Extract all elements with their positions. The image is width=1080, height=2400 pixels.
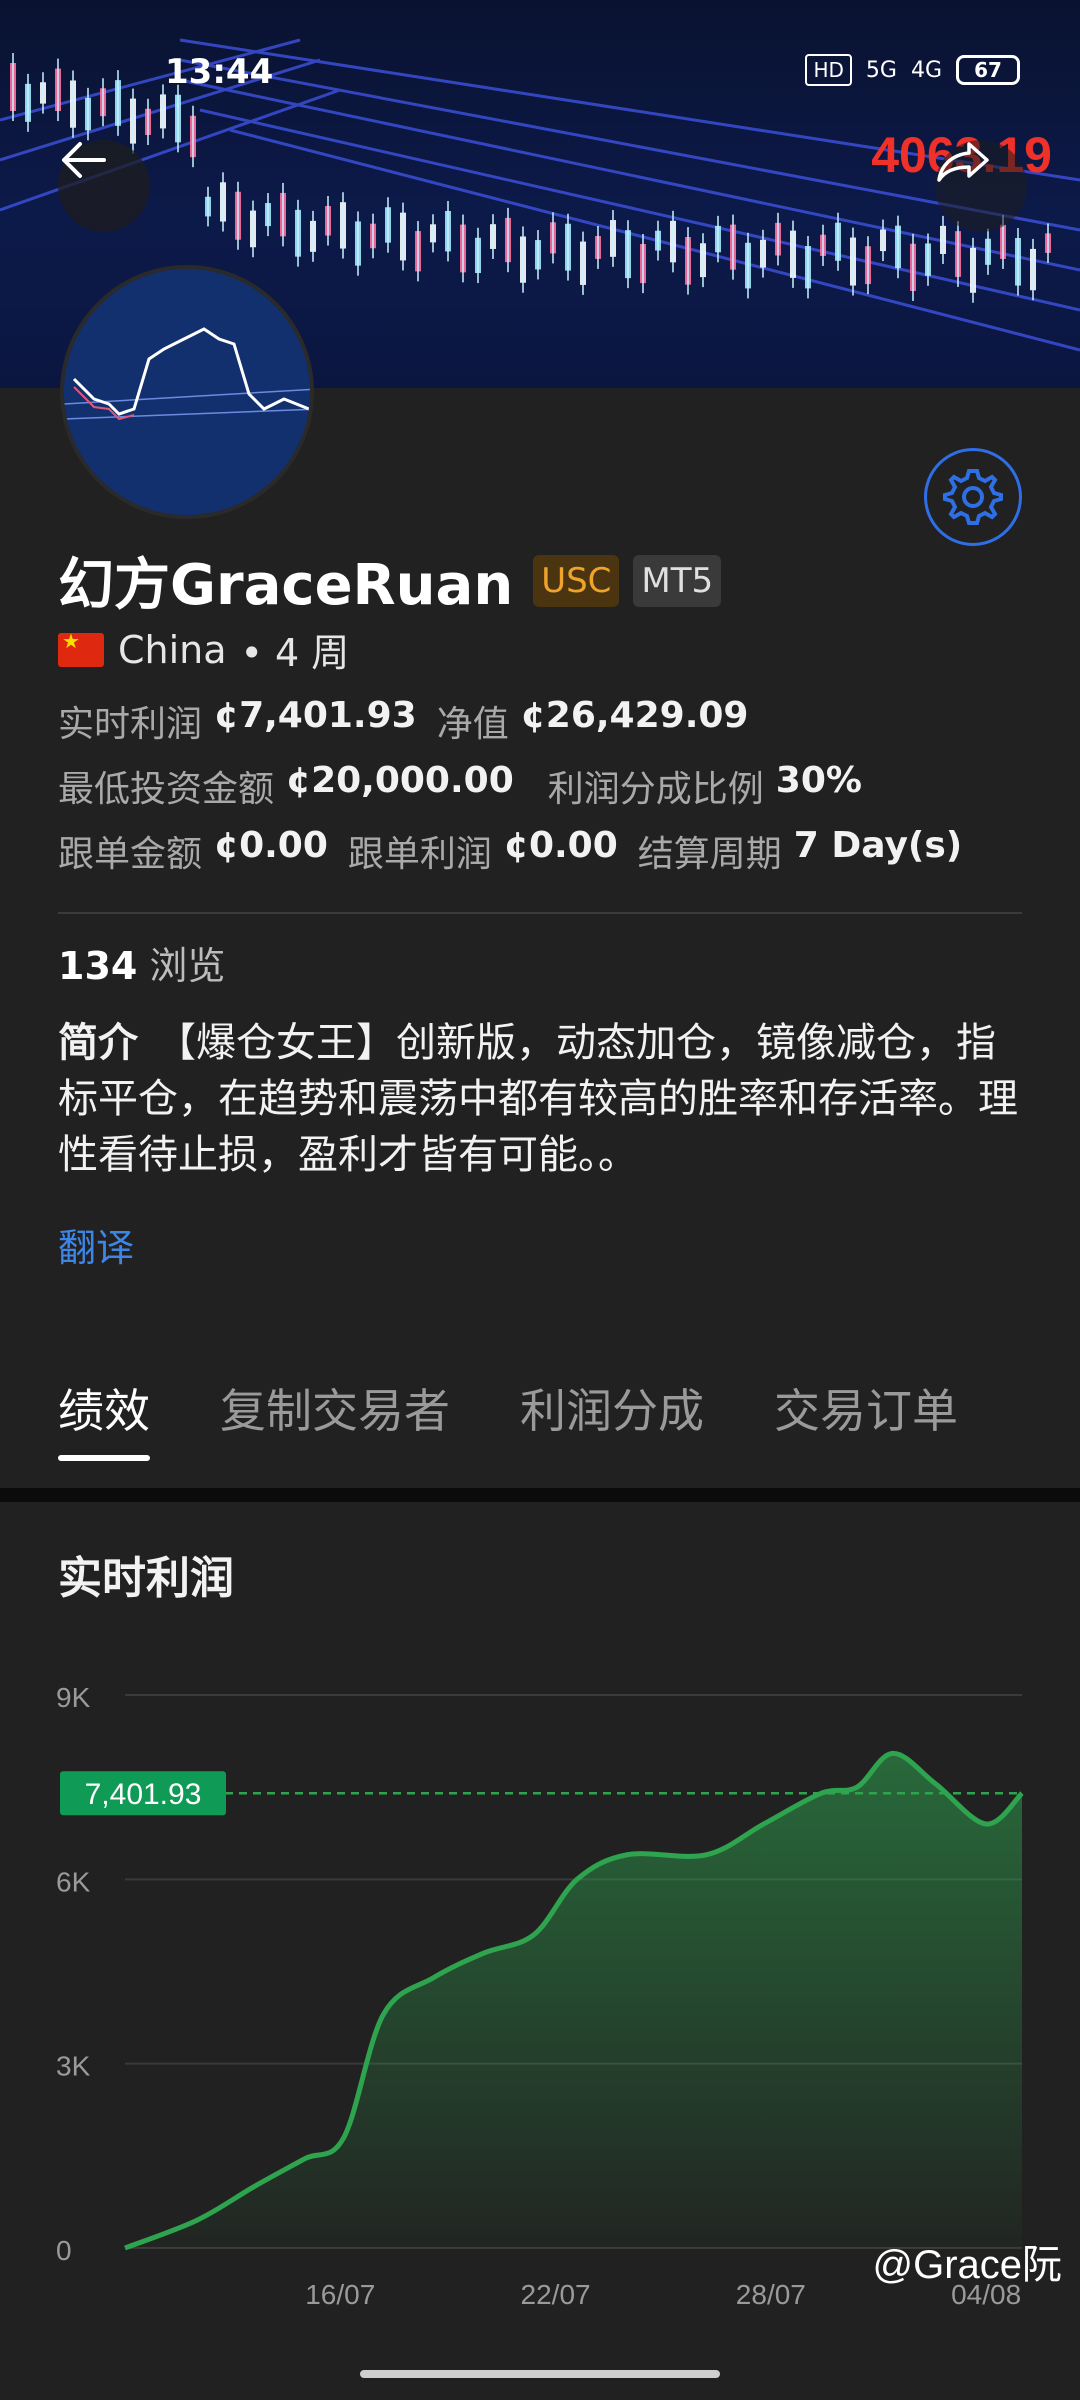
equity-value: ¢26,429.09: [520, 695, 749, 736]
share-icon: [937, 142, 989, 182]
watermark: @Grace阮: [872, 2243, 1062, 2287]
share-ratio-label: 利润分成比例: [547, 769, 764, 810]
intro-text: 简介 【爆仓女王】创新版，动态加仓，镜像减仓，指标平仓，在趋势和震荡中都有较高的胜…: [58, 1015, 1028, 1183]
settle-period-label: 结算周期: [637, 834, 782, 875]
signal-5g-icon: 5G: [865, 57, 897, 83]
y-tick-label: 0: [56, 2235, 72, 2266]
profit-area-fill: [125, 1753, 1022, 2248]
tab-bar: 绩效 复制交易者 利润分成 交易订单: [58, 1375, 958, 1461]
section-separator: [0, 1488, 1080, 1502]
y-tick-label: 9K: [56, 1682, 91, 1713]
tab-performance[interactable]: 绩效: [58, 1375, 150, 1461]
trader-name-row: 幻方GraceRuan USC MT5: [58, 540, 722, 621]
profit-chart-card: 9K 6K 3K 0 16/07 22/07 28/07 04/08 7,401.93 实时…: [0, 1502, 1080, 2400]
divider: [58, 912, 1022, 914]
trader-name: 幻方GraceRuan: [58, 553, 514, 618]
views-number: 134: [58, 944, 138, 988]
follow-profit-value: ¢0.00: [503, 825, 618, 866]
y-tick-label: 6K: [56, 1866, 91, 1897]
share-button[interactable]: [935, 140, 1027, 232]
stat-line-1: 实时利润 ¢7,401.93 净值 ¢26,429.09: [58, 695, 748, 747]
usc-badge: USC: [533, 554, 620, 607]
china-flag-icon: [58, 629, 104, 667]
avatar[interactable]: [60, 265, 314, 519]
tab-trade-orders[interactable]: 交易订单: [774, 1375, 958, 1461]
country-row: China • 4 周: [58, 622, 349, 677]
settle-period-value: 7 Day(s): [793, 825, 963, 866]
min-invest-label: 最低投资金额: [58, 769, 275, 810]
back-button[interactable]: [58, 140, 150, 232]
status-time: 13:44: [165, 52, 274, 92]
intro-body: 【爆仓女王】创新版，动态加仓，镜像减仓，指标平仓，在趋势和震荡中都有较高的胜率和…: [58, 1020, 1018, 1178]
realtime-profit-value: ¢7,401.93: [214, 695, 417, 736]
current-value-label: 7,401.93: [85, 1778, 202, 1811]
avatar-chart-image: [64, 269, 310, 515]
battery-icon: 67: [956, 55, 1020, 85]
intro-label: 简介: [58, 1020, 138, 1066]
equity-label: 净值: [436, 704, 509, 745]
signal-4g-icon: 4G: [910, 57, 942, 83]
views-count: 134 浏览: [58, 935, 225, 990]
settings-button[interactable]: [924, 448, 1022, 546]
realtime-profit-label: 实时利润: [58, 704, 203, 745]
y-tick-label: 3K: [56, 2051, 91, 2082]
share-ratio-value: 30%: [775, 760, 862, 801]
home-indicator[interactable]: [360, 2370, 720, 2378]
arrow-left-icon: [62, 142, 106, 178]
mt5-badge: MT5: [633, 554, 722, 607]
views-label: 浏览: [149, 944, 226, 988]
x-tick-label: 16/07: [305, 2279, 375, 2310]
hd-icon: HD: [805, 54, 852, 86]
tab-copy-traders[interactable]: 复制交易者: [220, 1375, 450, 1461]
account-age: • 4 周: [240, 631, 350, 675]
tab-profit-share[interactable]: 利润分成: [520, 1375, 704, 1461]
stat-line-2: 最低投资金额 ¢20,000.00 利润分成比例 30%: [58, 760, 862, 812]
stat-line-3: 跟单金额 ¢0.00 跟单利润 ¢0.00 结算周期 7 Day(s): [58, 825, 962, 877]
follow-amount-value: ¢0.00: [214, 825, 328, 866]
x-tick-label: 28/07: [736, 2279, 806, 2310]
status-icons: HD 5G 4G 67: [805, 54, 1020, 86]
translate-link[interactable]: 翻译: [58, 1217, 134, 1272]
follow-amount-label: 跟单金额: [58, 834, 203, 875]
gear-icon: [943, 469, 1003, 525]
follow-profit-label: 跟单利润: [347, 834, 492, 875]
chart-title: 实时利润: [58, 1553, 234, 1604]
min-invest-value: ¢20,000.00: [286, 760, 514, 801]
country-name: China: [118, 627, 227, 672]
x-tick-label: 22/07: [521, 2279, 591, 2310]
